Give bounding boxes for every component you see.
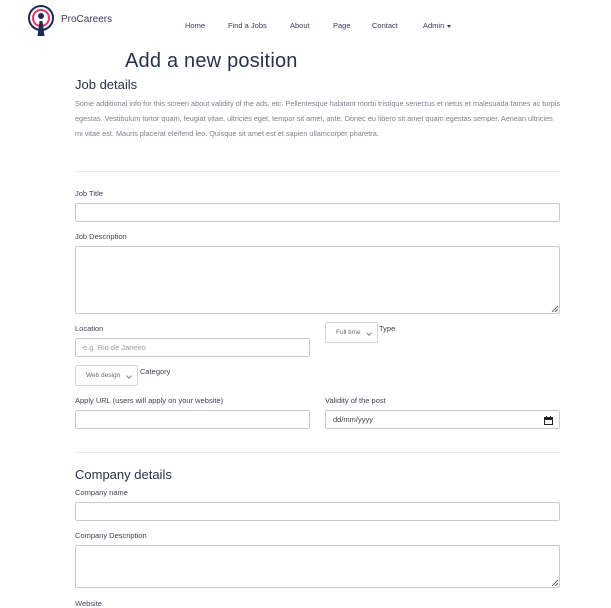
nav-admin-dropdown[interactable]: Admin: [423, 21, 452, 30]
validity-date-placeholder: dd/mm/yyyy: [333, 415, 374, 424]
chevron-down-icon: [126, 372, 132, 379]
job-title-input[interactable]: [75, 203, 560, 222]
company-name-label: Company name: [75, 488, 128, 497]
company-name-input[interactable]: [75, 502, 560, 521]
podcast-person-logo-icon: [28, 5, 54, 36]
nav-contact[interactable]: Contact: [372, 21, 398, 30]
category-selected-value: Web design: [86, 372, 121, 379]
nav-page[interactable]: Page: [333, 21, 351, 30]
job-description-wrapper: [75, 246, 560, 314]
job-description-textarea[interactable]: [75, 246, 560, 314]
divider: [75, 452, 560, 453]
job-title-label: Job Title: [75, 189, 103, 198]
resize-grip-icon[interactable]: [551, 579, 558, 586]
caret-down-icon: [447, 24, 452, 28]
nav-home[interactable]: Home: [185, 21, 205, 30]
brand-logo[interactable]: [27, 4, 55, 38]
job-details-heading: Job details: [75, 77, 138, 92]
type-select[interactable]: Full time: [325, 322, 378, 343]
apply-url-label: Apply URL (users will apply on your webs…: [75, 396, 224, 405]
job-description-label: Job Description: [75, 232, 127, 241]
divider: [75, 171, 560, 172]
page-title: Add a new position: [125, 50, 298, 72]
chevron-down-icon: [366, 329, 372, 336]
location-input[interactable]: [75, 338, 310, 357]
location-label: Location: [75, 324, 104, 333]
apply-url-input[interactable]: [75, 410, 310, 429]
company-details-heading: Company details: [75, 467, 172, 482]
website-label: Website: [75, 599, 102, 608]
nav-admin-label: Admin: [423, 21, 445, 30]
category-label: Category: [140, 367, 171, 376]
company-description-textarea[interactable]: [75, 545, 560, 588]
nav-find-jobs[interactable]: Find a Jobs: [228, 21, 267, 30]
resize-grip-icon[interactable]: [551, 305, 558, 312]
company-description-wrapper: [75, 545, 560, 588]
validity-label: Validity of the post: [325, 396, 386, 405]
type-selected-value: Full time: [336, 329, 361, 336]
brand-name[interactable]: ProCareers: [61, 14, 112, 25]
nav-about[interactable]: About: [290, 21, 310, 30]
category-select[interactable]: Web design: [75, 365, 138, 386]
job-details-info: Some additional info for this screen abo…: [75, 99, 561, 138]
type-label: Type: [379, 324, 396, 333]
company-description-label: Company Description: [75, 531, 147, 540]
validity-date-input[interactable]: dd/mm/yyyy: [325, 410, 560, 429]
calendar-icon[interactable]: [544, 416, 553, 425]
